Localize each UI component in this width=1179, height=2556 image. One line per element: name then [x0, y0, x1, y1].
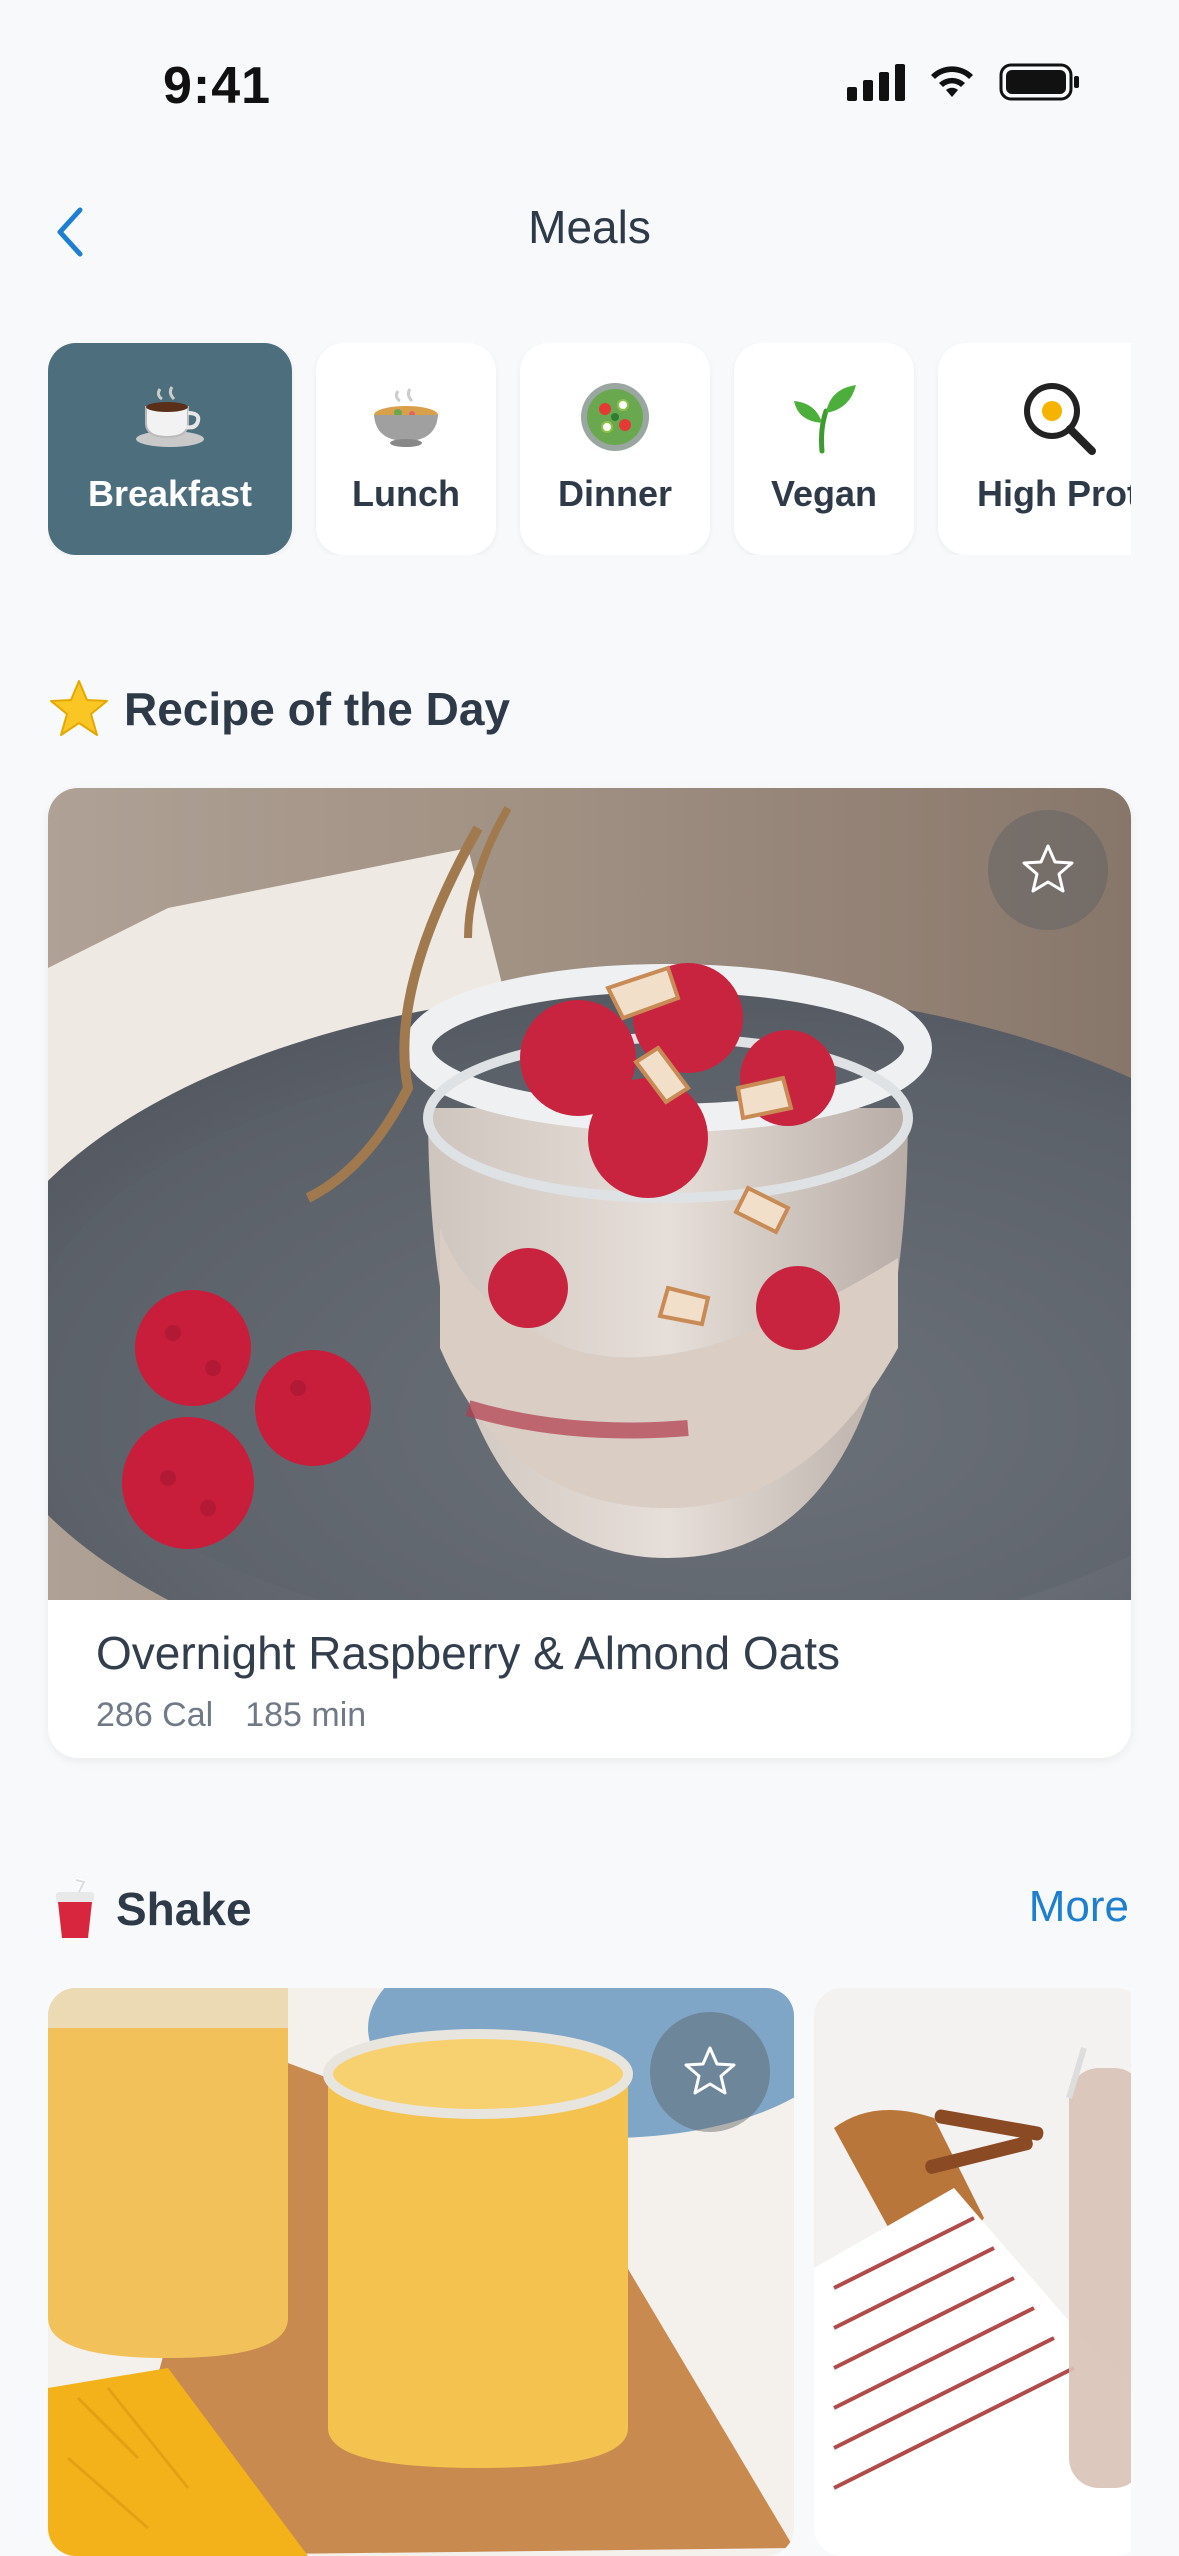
- star-outline-icon: [1022, 844, 1074, 893]
- recipe-meta: 286 Cal 185 min: [96, 1696, 366, 1735]
- seedling-icon: [786, 379, 862, 455]
- page-title: Meals: [528, 201, 651, 253]
- favorite-button[interactable]: [988, 810, 1108, 930]
- shake-carousel[interactable]: [48, 1988, 1131, 2556]
- frying-pan-egg-icon: [1020, 379, 1096, 455]
- section-title: Recipe of the Day: [124, 683, 510, 735]
- recipe-name: Overnight Raspberry & Almond Oats: [96, 1627, 840, 1679]
- recipe-of-day-heading: Recipe of the Day: [48, 678, 510, 740]
- category-chips: Breakfast Lunch Dinner Vegan High Prot: [48, 343, 1131, 555]
- shake-more-link[interactable]: More: [1029, 1882, 1129, 1932]
- cup-with-straw-icon: [56, 1878, 94, 1938]
- chip-label: Lunch: [352, 473, 460, 514]
- chip-dinner[interactable]: Dinner: [520, 343, 710, 555]
- status-icons: [847, 62, 1081, 102]
- navigation-bar: Meals: [0, 190, 1179, 270]
- section-title: Shake: [116, 1883, 252, 1935]
- recipe-calories: 286 Cal: [96, 1696, 214, 1734]
- shake-photo: [814, 1988, 1131, 2556]
- chip-label: Vegan: [770, 473, 878, 514]
- star-outline-icon: [684, 2046, 736, 2095]
- status-bar: 9:41: [0, 0, 1179, 170]
- status-time: 9:41: [163, 57, 272, 115]
- chip-label: Breakfast: [87, 473, 253, 514]
- chip-label: Dinner: [557, 473, 672, 514]
- favorite-button[interactable]: [650, 2012, 770, 2132]
- recipe-time: 185 min: [245, 1696, 367, 1734]
- recipe-photo: [48, 788, 1131, 1600]
- star-icon: [50, 680, 108, 736]
- shake-card[interactable]: [814, 1988, 1131, 2556]
- shake-heading: Shake: [48, 1878, 252, 1940]
- chip-high-protein[interactable]: High Prot: [938, 343, 1131, 555]
- recipe-of-day-card[interactable]: Overnight Raspberry & Almond Oats 286 Ca…: [48, 788, 1131, 1758]
- coffee-cup-icon: [132, 379, 208, 455]
- chip-label: High Prot: [977, 473, 1131, 514]
- soup-bowl-icon: [368, 379, 444, 455]
- salad-bowl-icon: [577, 379, 653, 455]
- chip-breakfast[interactable]: Breakfast: [48, 343, 292, 555]
- chip-lunch[interactable]: Lunch: [316, 343, 496, 555]
- cellular-signal-icon: [847, 63, 905, 101]
- battery-icon: [999, 63, 1079, 101]
- chip-vegan[interactable]: Vegan: [734, 343, 914, 555]
- shake-card[interactable]: [48, 1988, 794, 2556]
- wifi-icon: [931, 66, 973, 97]
